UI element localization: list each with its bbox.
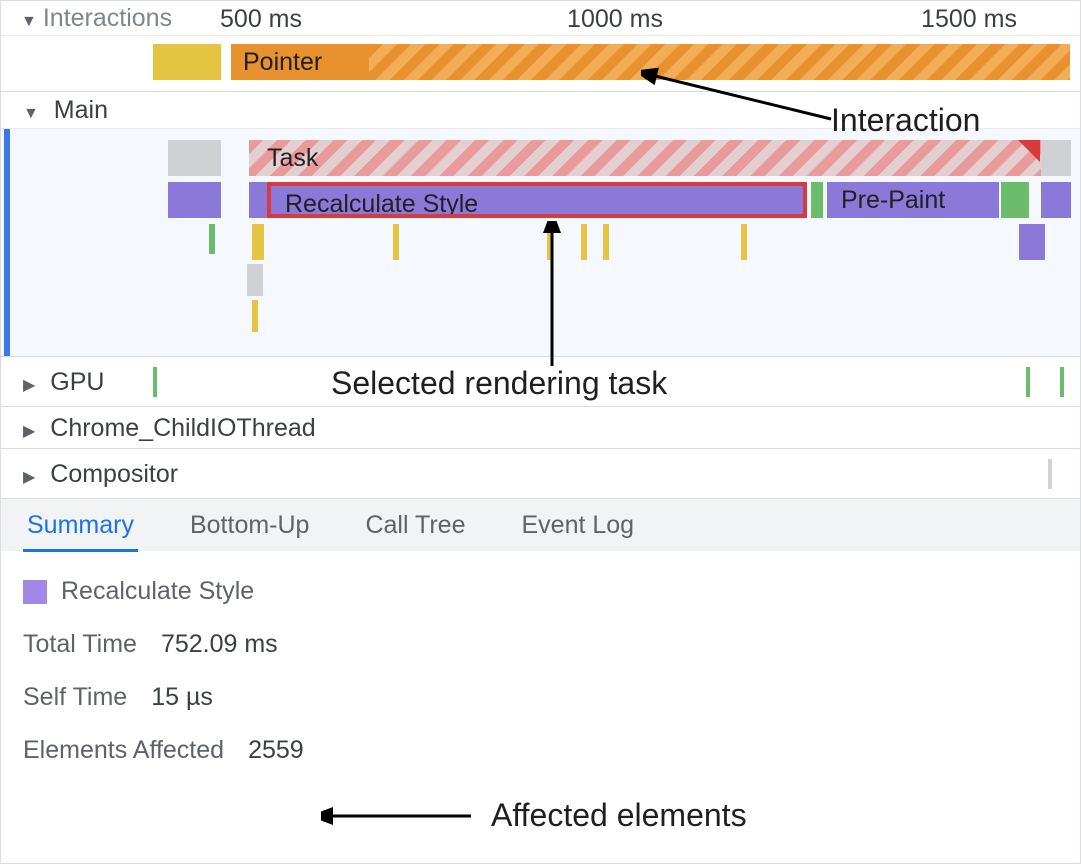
flame-tick — [581, 224, 587, 260]
interactions-track[interactable]: Pointer — [1, 36, 1080, 91]
tab-event-log[interactable]: Event Log — [518, 499, 639, 552]
details-tabs: Summary Bottom-Up Call Tree Event Log — [1, 498, 1080, 551]
total-time-value: 752.09 ms — [161, 630, 278, 659]
chevron-down-icon — [23, 92, 39, 132]
flame-entry[interactable] — [249, 182, 267, 218]
flame-entry[interactable] — [168, 182, 221, 218]
self-time-value: 15 µs — [151, 683, 213, 712]
recalculate-style-swatch — [23, 580, 47, 604]
task-block-post[interactable] — [1041, 140, 1071, 176]
gpu-tick — [153, 367, 157, 397]
recalculate-style-entry[interactable]: Recalculate Style — [267, 182, 807, 218]
flame-entry-green[interactable] — [1001, 182, 1029, 218]
interactions-label-text: Interactions — [43, 4, 172, 33]
flame-tick — [741, 224, 747, 260]
task-block-pre[interactable] — [168, 140, 221, 176]
summary-panel: Recalculate Style Total Time 752.09 ms S… — [1, 551, 1080, 815]
interaction-segment[interactable] — [153, 44, 221, 80]
gpu-label: GPU — [50, 368, 104, 396]
pre-paint-label: Pre-Paint — [841, 186, 945, 214]
main-track-bracket — [4, 92, 10, 356]
summary-elements-affected: Elements Affected 2559 — [23, 736, 1058, 765]
flame-tick — [603, 224, 609, 260]
flame-entry-green[interactable] — [811, 182, 823, 218]
compositor-tick — [1048, 459, 1052, 489]
flame-tick — [247, 264, 263, 296]
recalculate-style-label: Recalculate Style — [285, 190, 478, 218]
gpu-track-header[interactable]: GPU — [1, 356, 1080, 406]
ruler-tick: 1000 ms — [567, 5, 663, 34]
main-label: Main — [54, 96, 108, 124]
flame-tick — [547, 224, 553, 260]
interactions-track-label[interactable]: Interactions — [21, 4, 172, 33]
flame-tick — [393, 224, 399, 260]
compositor-track-header[interactable]: Compositor — [1, 448, 1080, 498]
childio-label: Chrome_ChildIOThread — [50, 414, 315, 442]
ruler-tick: 500 ms — [220, 5, 302, 34]
ruler-tick: 1500 ms — [921, 5, 1017, 34]
elements-affected-value: 2559 — [248, 736, 304, 765]
task-long-block[interactable]: Task — [249, 140, 1041, 176]
task-label: Task — [263, 144, 318, 172]
timeline-ruler: Interactions 500 ms 1000 ms 1500 ms — [1, 1, 1080, 36]
flame-tick — [1019, 224, 1045, 260]
gpu-tick — [1060, 367, 1064, 397]
tab-call-tree[interactable]: Call Tree — [361, 499, 469, 552]
main-track[interactable]: Main Task Recalculate Style Pre-Paint — [1, 91, 1080, 356]
summary-title-row: Recalculate Style — [23, 577, 1058, 606]
chevron-right-icon — [23, 407, 35, 453]
compositor-label: Compositor — [50, 460, 178, 488]
interaction-long-task-stripe[interactable] — [369, 44, 1070, 80]
total-time-label: Total Time — [23, 630, 137, 659]
flame-tick — [252, 300, 258, 332]
flame-entry[interactable] — [1041, 182, 1071, 218]
flame-tick — [209, 224, 215, 254]
childio-track-header[interactable]: Chrome_ChildIOThread — [1, 406, 1080, 448]
chevron-right-icon — [23, 357, 35, 411]
summary-total-time: Total Time 752.09 ms — [23, 630, 1058, 659]
pre-paint-entry[interactable]: Pre-Paint — [827, 182, 999, 218]
pointer-interaction[interactable]: Pointer — [231, 44, 369, 80]
long-task-warning-icon — [1018, 140, 1040, 162]
chevron-right-icon — [23, 449, 35, 503]
flame-tick — [252, 224, 264, 260]
self-time-label: Self Time — [23, 683, 127, 712]
gpu-tick — [1026, 367, 1030, 397]
summary-title-text: Recalculate Style — [61, 577, 254, 606]
summary-self-time: Self Time 15 µs — [23, 683, 1058, 712]
tab-bottom-up[interactable]: Bottom-Up — [186, 499, 313, 552]
tab-summary[interactable]: Summary — [23, 499, 138, 552]
main-track-header[interactable]: Main — [1, 92, 1080, 129]
chevron-down-icon — [21, 4, 37, 33]
elements-affected-label: Elements Affected — [23, 736, 224, 765]
pointer-label: Pointer — [231, 48, 322, 76]
